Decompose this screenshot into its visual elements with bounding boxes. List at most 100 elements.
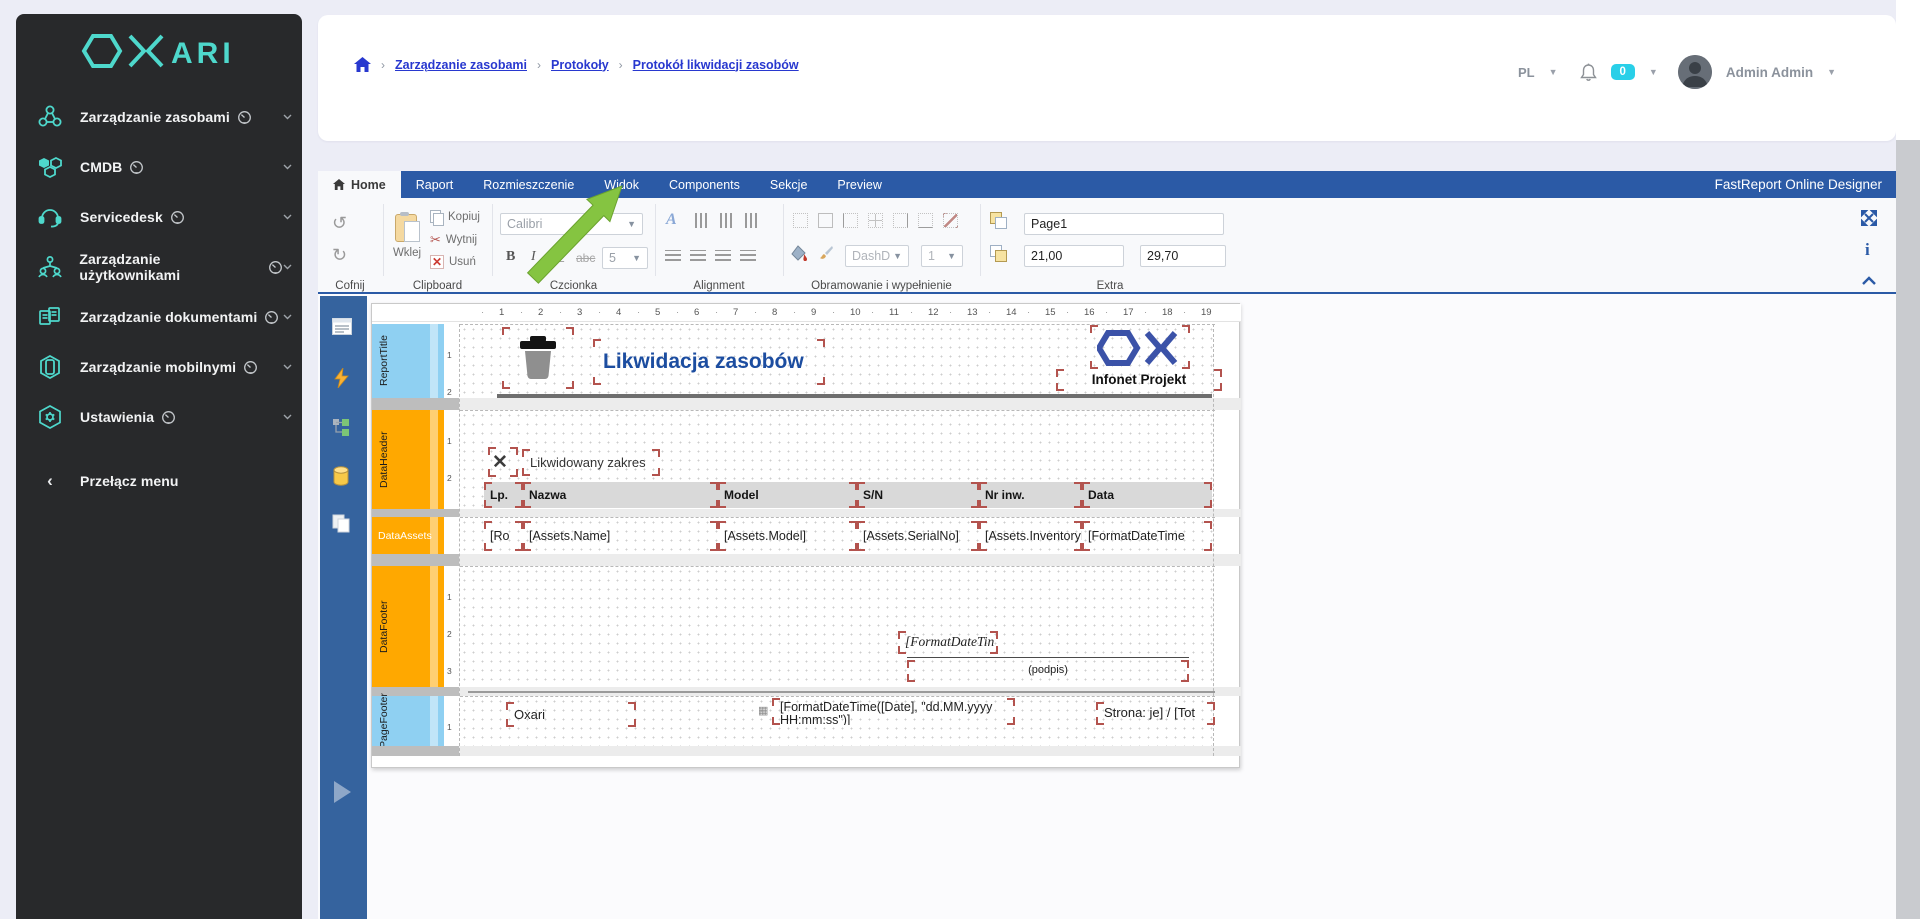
band-content-dataheader[interactable]: ✕ Likwidowany zakres Lp. Nazwa Model S/N Nr … xyxy=(460,410,1215,509)
tab-sekcje[interactable]: Sekcje xyxy=(755,171,823,198)
sidebar-item-cmdb[interactable]: CMDB xyxy=(16,142,302,192)
border-edit-icon[interactable] xyxy=(943,213,958,228)
align-right-icon[interactable] xyxy=(715,250,731,261)
trash-image-element[interactable] xyxy=(502,327,574,389)
bell-icon[interactable] xyxy=(1579,63,1597,82)
data-cell-3[interactable]: [Assets.Model] xyxy=(718,521,857,551)
font-color-button[interactable]: A xyxy=(666,211,677,229)
data-cell-1[interactable]: [Ro xyxy=(484,521,523,551)
font-family-select[interactable]: Calibri ▼ xyxy=(500,213,643,235)
fill-color-icon[interactable] xyxy=(791,245,809,262)
page-height-input[interactable] xyxy=(1140,245,1226,267)
report-tree-icon[interactable] xyxy=(332,418,350,436)
border-none-icon[interactable] xyxy=(793,213,808,228)
chevron-down-icon[interactable] xyxy=(283,364,292,370)
language-caret-icon[interactable]: ▼ xyxy=(1549,67,1558,77)
band-content-dataassets[interactable]: [Ro [Assets.Name] [Assets.Model] [Assets.Se… xyxy=(460,517,1215,554)
footer-date-element[interactable]: [FormatDateTin xyxy=(898,631,998,654)
align-justify-icon[interactable] xyxy=(740,250,756,261)
band-content-reporttitle[interactable]: Likwidacja zasobów Infonet Projekt xyxy=(460,324,1222,398)
events-icon[interactable] xyxy=(334,368,350,388)
italic-button[interactable]: I xyxy=(531,249,536,265)
title-separator-line[interactable] xyxy=(497,394,1212,398)
collapse-ribbon-icon[interactable] xyxy=(1861,276,1877,285)
paste-button[interactable]: Wklej xyxy=(390,212,424,259)
strikethrough-button[interactable]: abc xyxy=(576,251,595,265)
breadcrumb-home-link[interactable] xyxy=(354,57,371,72)
band-content-pagefooter[interactable]: Oxari ▦ [FormatDateTime([Date], "dd.MM.y… xyxy=(460,696,1215,746)
signature-line[interactable] xyxy=(907,657,1189,658)
band-label-datafooter[interactable]: DataFooter xyxy=(372,566,444,687)
align-center-icon[interactable] xyxy=(690,250,706,261)
bring-forward-icon[interactable] xyxy=(990,212,1007,229)
copy-button[interactable]: Kopiuj xyxy=(430,210,480,226)
redo-icon[interactable]: ↻ xyxy=(332,245,347,266)
border-bottom-icon[interactable] xyxy=(918,213,933,228)
underline-button[interactable]: U xyxy=(554,249,564,265)
tab-raport[interactable]: Raport xyxy=(401,171,469,198)
pagefooter-separator-line[interactable] xyxy=(468,691,1215,693)
data-cell-2[interactable]: [Assets.Name] xyxy=(523,521,718,551)
align-middle-icon[interactable] xyxy=(720,213,735,228)
sidebar-item-zarz-dzanie-u-ytkownikami[interactable]: Zarządzanie użytkownikami xyxy=(16,242,302,292)
logo-caption-element[interactable]: Infonet Projekt xyxy=(1056,369,1222,391)
band-label-reporttitle[interactable]: ReportTitle xyxy=(372,324,444,398)
pagefooter-right-element[interactable]: Strona: je] / [Tot xyxy=(1096,702,1215,725)
data-source-icon[interactable] xyxy=(332,466,350,486)
brush-icon[interactable] xyxy=(817,245,834,262)
header-cell-s-n[interactable]: S/N xyxy=(857,482,979,508)
sidebar-item-servicedesk[interactable]: Servicedesk xyxy=(16,192,302,242)
font-size-select[interactable]: 5 ▼ xyxy=(602,247,648,269)
border-inside-icon[interactable] xyxy=(868,213,883,228)
section-close-element[interactable]: ✕ xyxy=(488,447,518,477)
sidebar-item-ustawienia[interactable]: Ustawienia xyxy=(16,392,302,442)
breadcrumb-link-protoko-y[interactable]: Protokoły xyxy=(551,58,609,72)
header-cell-nr-inw[interactable]: Nr inw. xyxy=(979,482,1082,508)
data-cell-6[interactable]: [FormatDateTime xyxy=(1082,521,1212,551)
notification-caret-icon[interactable]: ▼ xyxy=(1649,67,1658,77)
chevron-down-icon[interactable] xyxy=(283,264,292,270)
header-cell-model[interactable]: Model xyxy=(718,482,857,508)
report-page[interactable]: · 1 · 2 · 3 · 4 · 5 · 6 · 7 · 8 · 9 · 10 · 11 · 12 · 13 · 14 · 15 · 16 ·… xyxy=(371,303,1241,768)
user-name[interactable]: Admin Admin xyxy=(1726,65,1813,80)
tab-widok[interactable]: Widok xyxy=(589,171,654,198)
language-selector[interactable]: PL xyxy=(1518,65,1535,80)
header-cell-nazwa[interactable]: Nazwa xyxy=(523,482,718,508)
border-dash-select[interactable]: DashD ▼ xyxy=(845,245,909,267)
band-label-pagefooter[interactable]: PageFooter xyxy=(372,694,444,748)
chevron-down-icon[interactable] xyxy=(283,314,292,320)
report-logo-element[interactable] xyxy=(1090,325,1190,369)
band-content-datafooter[interactable]: [FormatDateTin (podpis) xyxy=(460,566,1215,687)
avatar[interactable] xyxy=(1677,55,1712,89)
run-report-icon[interactable] xyxy=(334,781,351,803)
data-cell-4[interactable]: [Assets.SerialNo] xyxy=(857,521,979,551)
sidebar-toggle[interactable]: ‹ Przełącz menu xyxy=(16,456,302,506)
chevron-down-icon[interactable] xyxy=(283,214,292,220)
chevron-down-icon[interactable] xyxy=(283,414,292,420)
user-menu-caret-icon[interactable]: ▼ xyxy=(1827,67,1836,77)
report-properties-icon[interactable] xyxy=(332,318,352,335)
report-title-element[interactable]: Likwidacja zasobów xyxy=(593,339,825,385)
delete-button[interactable]: ✕ Usuń xyxy=(430,255,476,269)
signature-label-element[interactable]: (podpis) xyxy=(907,660,1189,682)
section-label-element[interactable]: Likwidowany zakres xyxy=(522,449,660,476)
chevron-down-icon[interactable] xyxy=(283,164,292,170)
send-backward-icon[interactable] xyxy=(990,245,1007,262)
sidebar-item-zarz-dzanie-mobilnymi[interactable]: Zarządzanie mobilnymi xyxy=(16,342,302,392)
pagefooter-center-element[interactable]: [FormatDateTime([Date], "dd.MM.yyyy HH:m… xyxy=(772,698,1015,725)
tab-home[interactable]: Home xyxy=(318,171,401,198)
band-label-dataheader[interactable]: DataHeader xyxy=(372,410,444,509)
align-left-icon[interactable] xyxy=(665,250,681,261)
border-all-icon[interactable] xyxy=(818,213,833,228)
breadcrumb-link-protok-likwidacji-zasob-w[interactable]: Protokół likwidacji zasobów xyxy=(633,58,799,72)
breadcrumb-link-zarz-dzanie-zasobami[interactable]: Zarządzanie zasobami xyxy=(395,58,527,72)
band-label-dataassets[interactable]: DataAssets xyxy=(372,517,444,554)
pagefooter-left-element[interactable]: Oxari xyxy=(506,702,636,727)
chevron-down-icon[interactable] xyxy=(283,114,292,120)
align-top-icon[interactable] xyxy=(695,213,710,228)
data-cell-5[interactable]: [Assets.InventoryNo xyxy=(979,521,1082,551)
fullscreen-icon[interactable] xyxy=(1861,210,1877,226)
page-width-input[interactable] xyxy=(1024,245,1124,267)
sidebar-item-zarz-dzanie-zasobami[interactable]: Zarządzanie zasobami xyxy=(16,92,302,142)
header-cell-data[interactable]: Data xyxy=(1082,482,1212,508)
